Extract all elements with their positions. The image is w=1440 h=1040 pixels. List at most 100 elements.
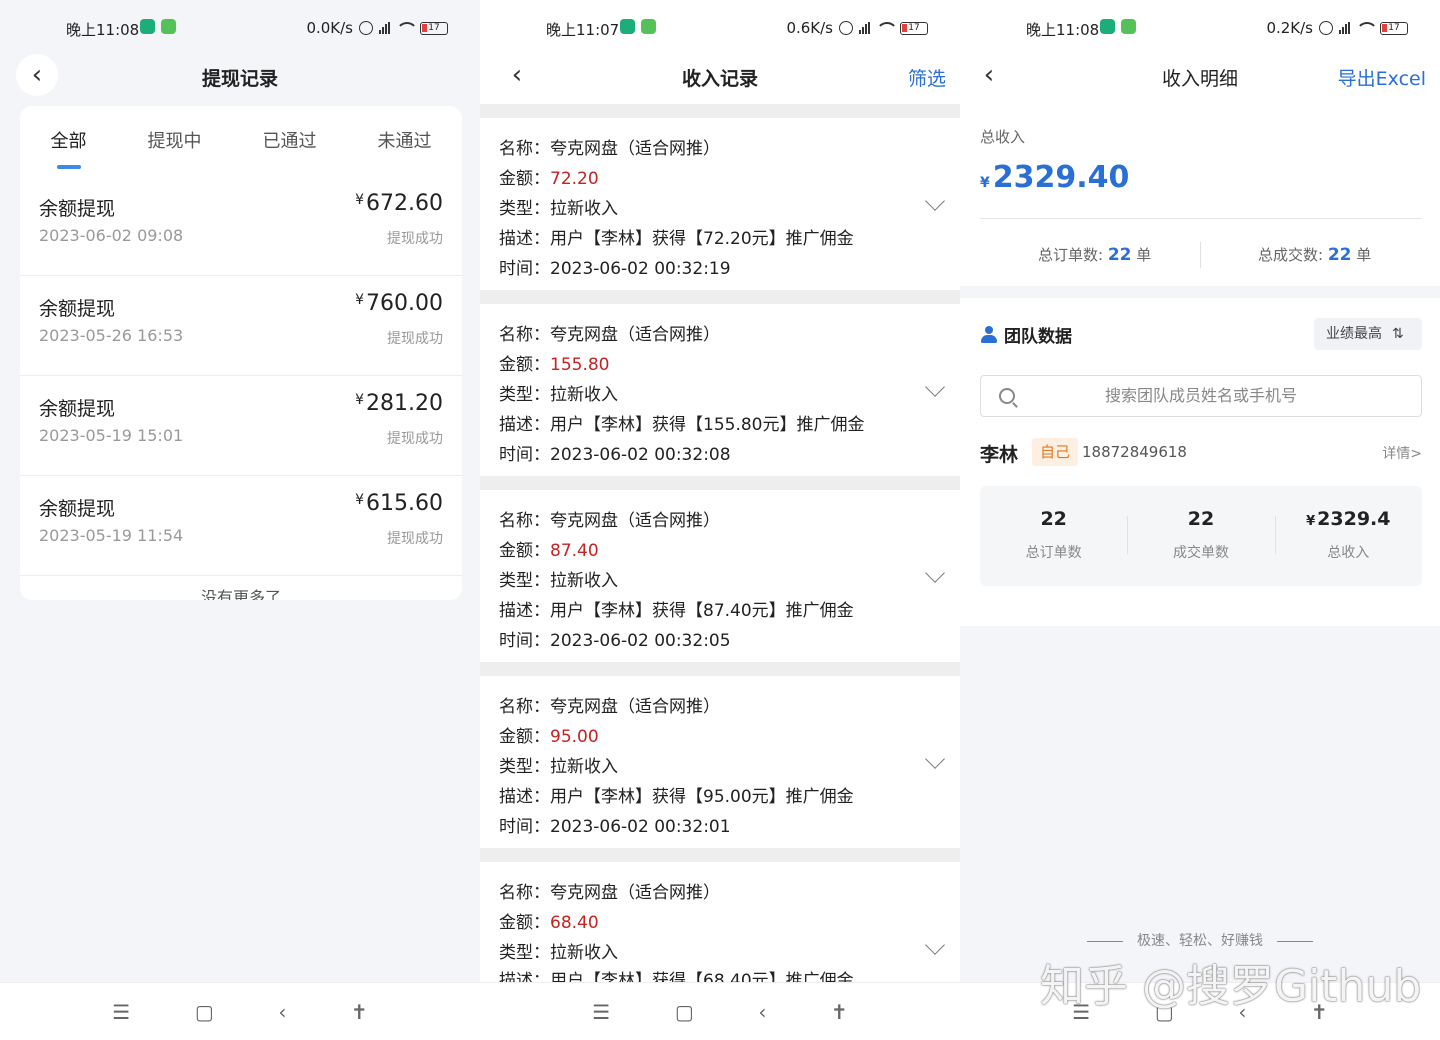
search-placeholder: 搜索团队成员姓名或手机号 [1104,386,1297,405]
home-icon[interactable]: ▢ [675,1000,694,1024]
withdraw-status: 提现成功 [387,431,443,447]
filter-button[interactable]: 筛选 [908,64,946,91]
chevron-down-icon[interactable] [925,935,945,955]
record-time: 时间：2023-06-02 00:32:19 [499,259,731,279]
divider [480,476,960,490]
withdraw-title: 余额提现 [39,198,116,220]
record-time: 时间：2023-06-02 00:32:08 [499,445,731,465]
back-icon[interactable]: ‹ [758,1000,766,1024]
app-icon [1100,19,1115,34]
app-icon [620,19,635,34]
net-speed: 0.0K/s [306,19,353,37]
tab-rejected[interactable]: 未通过 [378,127,432,159]
team-search-input[interactable]: 搜索团队成员姓名或手机号 [980,375,1422,417]
status-bar: 晚上11:08 0.0K/s 17 [0,0,480,56]
total-income-label: 总收入 [980,128,1026,146]
record-type: 类型：拉新收入 [499,571,618,591]
signal-icon [1339,22,1350,34]
income-record[interactable]: 名称：夸克网盘（适合网推） 金额：87.40 类型：拉新收入 描述：用户【李林】… [480,490,960,662]
page-title: 收入记录 [681,68,758,90]
app-icon [1121,19,1136,34]
tab-all[interactable]: 全部 [51,127,87,169]
withdraw-title: 余额提现 [39,498,116,520]
chevron-down-icon[interactable] [925,377,945,397]
search-icon [999,388,1015,404]
status-time: 晚上11:07 [546,21,620,39]
tab-approved[interactable]: 已通过 [263,127,317,159]
withdraw-amount: ¥281.20 [355,391,443,416]
net-speed: 0.2K/s [1266,19,1313,37]
battery-icon: 17 [1380,21,1408,35]
sort-button[interactable]: 业绩最高 ⇅ [1314,318,1422,350]
system-nav-bar: ☰ ▢ ‹ ✝ [480,982,960,1040]
record-type: 类型：拉新收入 [499,943,618,963]
withdraw-row[interactable]: 余额提现 2023-06-02 09:08 ¥672.60 提现成功 [20,176,462,276]
alarm-icon [359,21,373,35]
record-name: 名称：夸克网盘（适合网推） [499,325,720,345]
divider [980,218,1422,219]
home-icon[interactable]: ▢ [195,1000,214,1024]
record-amount: 金额：87.40 [499,541,599,561]
record-name: 名称：夸克网盘（适合网推） [499,697,720,717]
total-deals: 总成交数: 22 单 [1258,245,1372,265]
back-icon[interactable]: ‹ [278,1000,286,1024]
nav-bar: ‹ 收入明细 导出Excel [960,56,1440,100]
member-phone: 18872849618 [1082,443,1187,461]
total-income-value: ¥2329.40 [980,160,1130,195]
record-name: 名称：夸克网盘（适合网推） [499,139,720,159]
chevron-down-icon[interactable] [925,749,945,769]
chevron-down-icon[interactable] [925,191,945,211]
withdraw-records-screen: 晚上11:08 0.0K/s 17 ‹ 提现记录 全部 提现中 已通过 未通过 … [0,0,480,1040]
sort-icon: ⇅ [1392,326,1404,342]
tab-processing[interactable]: 提现中 [148,127,202,159]
record-desc: 描述：用户【李林】获得【95.00元】推广佣金 [499,787,854,807]
accessibility-icon[interactable]: ✝ [831,1000,848,1024]
wifi-icon [876,21,898,35]
wifi-icon [1356,21,1378,35]
withdraw-status: 提现成功 [387,531,443,547]
chevron-down-icon[interactable] [925,563,945,583]
no-more-text: 没有更多了 [200,588,281,600]
record-amount: 金额：68.40 [499,913,599,933]
menu-icon[interactable]: ☰ [592,1000,610,1024]
record-time: 时间：2023-06-02 00:32:01 [499,817,731,837]
accessibility-icon[interactable]: ✝ [351,1000,368,1024]
withdraw-status: 提现成功 [387,231,443,247]
battery-icon: 17 [900,21,928,35]
stat-income: ¥2329.4 总收入 [1274,486,1422,586]
record-name: 名称：夸克网盘（适合网推） [499,883,720,903]
withdraw-row[interactable]: 余额提现 2023-05-19 11:54 ¥615.60 提现成功 [20,476,462,576]
menu-icon[interactable]: ☰ [112,1000,130,1024]
withdraw-row[interactable]: 余额提现 2023-05-26 16:53 ¥760.00 提现成功 [20,276,462,376]
app-icon [161,19,176,34]
divider [480,104,960,118]
record-type: 类型：拉新收入 [499,385,618,405]
member-detail-link[interactable]: 详情> [1382,443,1422,463]
income-records-screen: 晚上11:07 0.6K/s 17 ‹ 收入记录 筛选 名称：夸克网盘（适合网推… [480,0,960,1040]
withdraw-amount: ¥760.00 [355,291,443,316]
stat-deals: 22 成交单数 [1127,486,1274,586]
income-record[interactable]: 名称：夸克网盘（适合网推） 金额：155.80 类型：拉新收入 描述：用户【李林… [480,304,960,476]
withdraw-title: 余额提现 [39,298,116,320]
battery-icon: 17 [420,21,448,35]
income-record[interactable]: 名称：夸克网盘（适合网推） 金额：95.00 类型：拉新收入 描述：用户【李林】… [480,676,960,848]
income-detail-screen: 晚上11:08 0.2K/s 17 ‹ 收入明细 导出Excel 总收入 ¥23… [960,0,1440,1040]
record-desc: 描述：用户【李林】获得【72.20元】推广佣金 [499,229,854,249]
income-record[interactable]: 名称：夸克网盘（适合网推） 金额：68.40 类型：拉新收入 描述：用户【李林】… [480,862,960,982]
status-bar: 晚上11:08 0.2K/s 17 [960,0,1440,56]
self-badge: 自己 [1032,438,1079,466]
export-excel-button[interactable]: 导出Excel [1338,64,1426,91]
withdraw-row[interactable]: 余额提现 2023-05-19 15:01 ¥281.20 提现成功 [20,376,462,476]
wifi-icon [396,21,418,35]
status-bar: 晚上11:07 0.6K/s 17 [480,0,960,56]
record-desc: 描述：用户【李林】获得【87.40元】推广佣金 [499,601,854,621]
stat-orders: 22 总订单数 [1025,508,1082,561]
system-nav-bar: ☰ ▢ ‹ ✝ [0,982,480,1040]
nav-bar: ‹ 提现记录 [0,54,480,100]
nav-bar: ‹ 收入记录 筛选 [480,56,960,100]
record-amount: 金额：72.20 [499,169,599,189]
withdraw-title: 余额提现 [39,398,116,420]
team-data-heading: 团队数据 [980,322,1072,347]
income-record[interactable]: 名称：夸克网盘（适合网推） 金额：72.20 类型：拉新收入 描述：用户【李林】… [480,118,960,290]
withdraw-date: 2023-06-02 09:08 [39,226,184,245]
